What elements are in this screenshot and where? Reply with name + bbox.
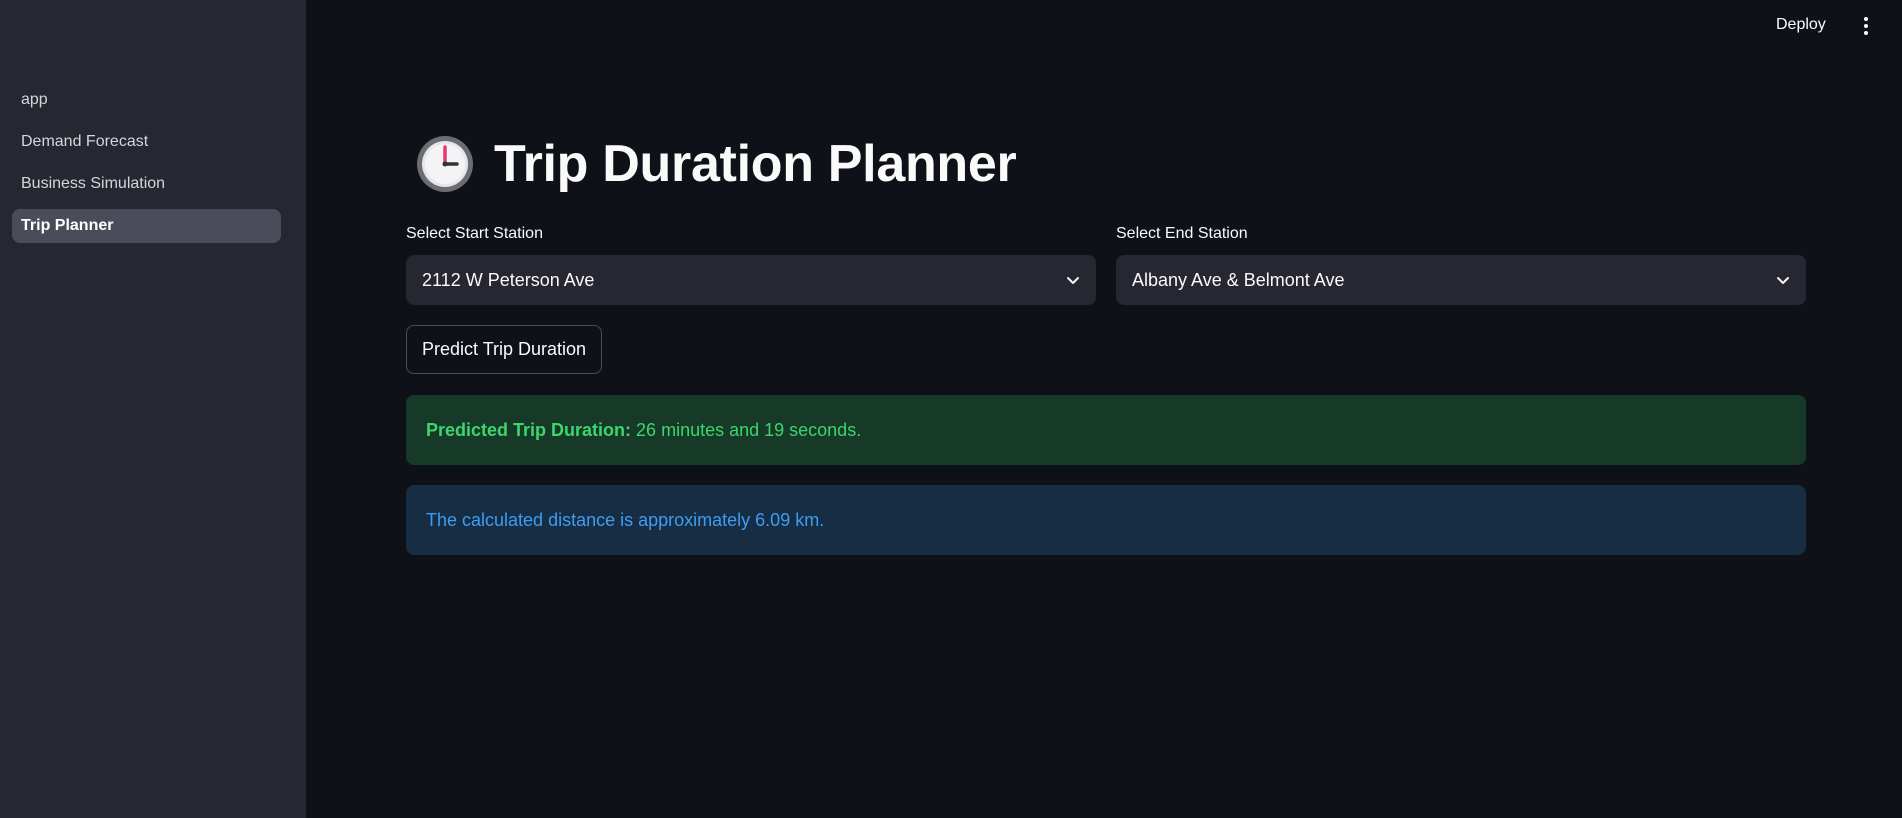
- predict-trip-duration-button[interactable]: Predict Trip Duration: [406, 325, 603, 374]
- sidebar-item-trip-planner[interactable]: Trip Planner: [12, 209, 281, 243]
- sidebar-item-demand-forecast[interactable]: Demand Forecast: [12, 125, 281, 159]
- chevron-down-icon: [1777, 277, 1789, 284]
- end-station-select[interactable]: Albany Ave & Belmont Ave: [1116, 255, 1806, 305]
- success-alert: Predicted Trip Duration: 26 minutes and …: [406, 395, 1806, 465]
- sidebar-nav: app Demand Forecast Business Simulation …: [12, 83, 281, 251]
- sidebar-item-label: app: [21, 91, 48, 108]
- success-alert-title: Predicted Trip Duration:: [426, 419, 632, 440]
- sidebar-item-app[interactable]: app: [12, 83, 281, 117]
- info-alert: The calculated distance is approximately…: [406, 485, 1806, 555]
- sidebar-item-label: Business Simulation: [21, 175, 166, 192]
- chevron-down-icon: [1067, 277, 1079, 284]
- end-station-label: Select End Station: [1116, 225, 1248, 242]
- title-row: Trip Duration Planner: [406, 134, 1017, 194]
- page-title: Trip Duration Planner: [494, 135, 1017, 193]
- sidebar-item-label: Demand Forecast: [21, 133, 149, 150]
- start-station-label: Select Start Station: [406, 225, 543, 242]
- success-alert-text: 26 minutes and 19 seconds.: [636, 419, 862, 440]
- kebab-menu-icon[interactable]: [1856, 14, 1876, 38]
- sidebar: app Demand Forecast Business Simulation …: [0, 0, 306, 818]
- sidebar-item-label: Trip Planner: [21, 217, 114, 234]
- start-station-select[interactable]: 2112 W Peterson Ave: [406, 255, 1096, 305]
- end-station-value: Albany Ave & Belmont Ave: [1132, 269, 1345, 290]
- info-alert-text: The calculated distance is approximately…: [426, 509, 825, 530]
- deploy-button[interactable]: Deploy: [1772, 14, 1830, 36]
- clock-icon: [416, 135, 474, 193]
- start-station-value: 2112 W Peterson Ave: [422, 269, 595, 290]
- sidebar-item-business-simulation[interactable]: Business Simulation: [12, 167, 281, 201]
